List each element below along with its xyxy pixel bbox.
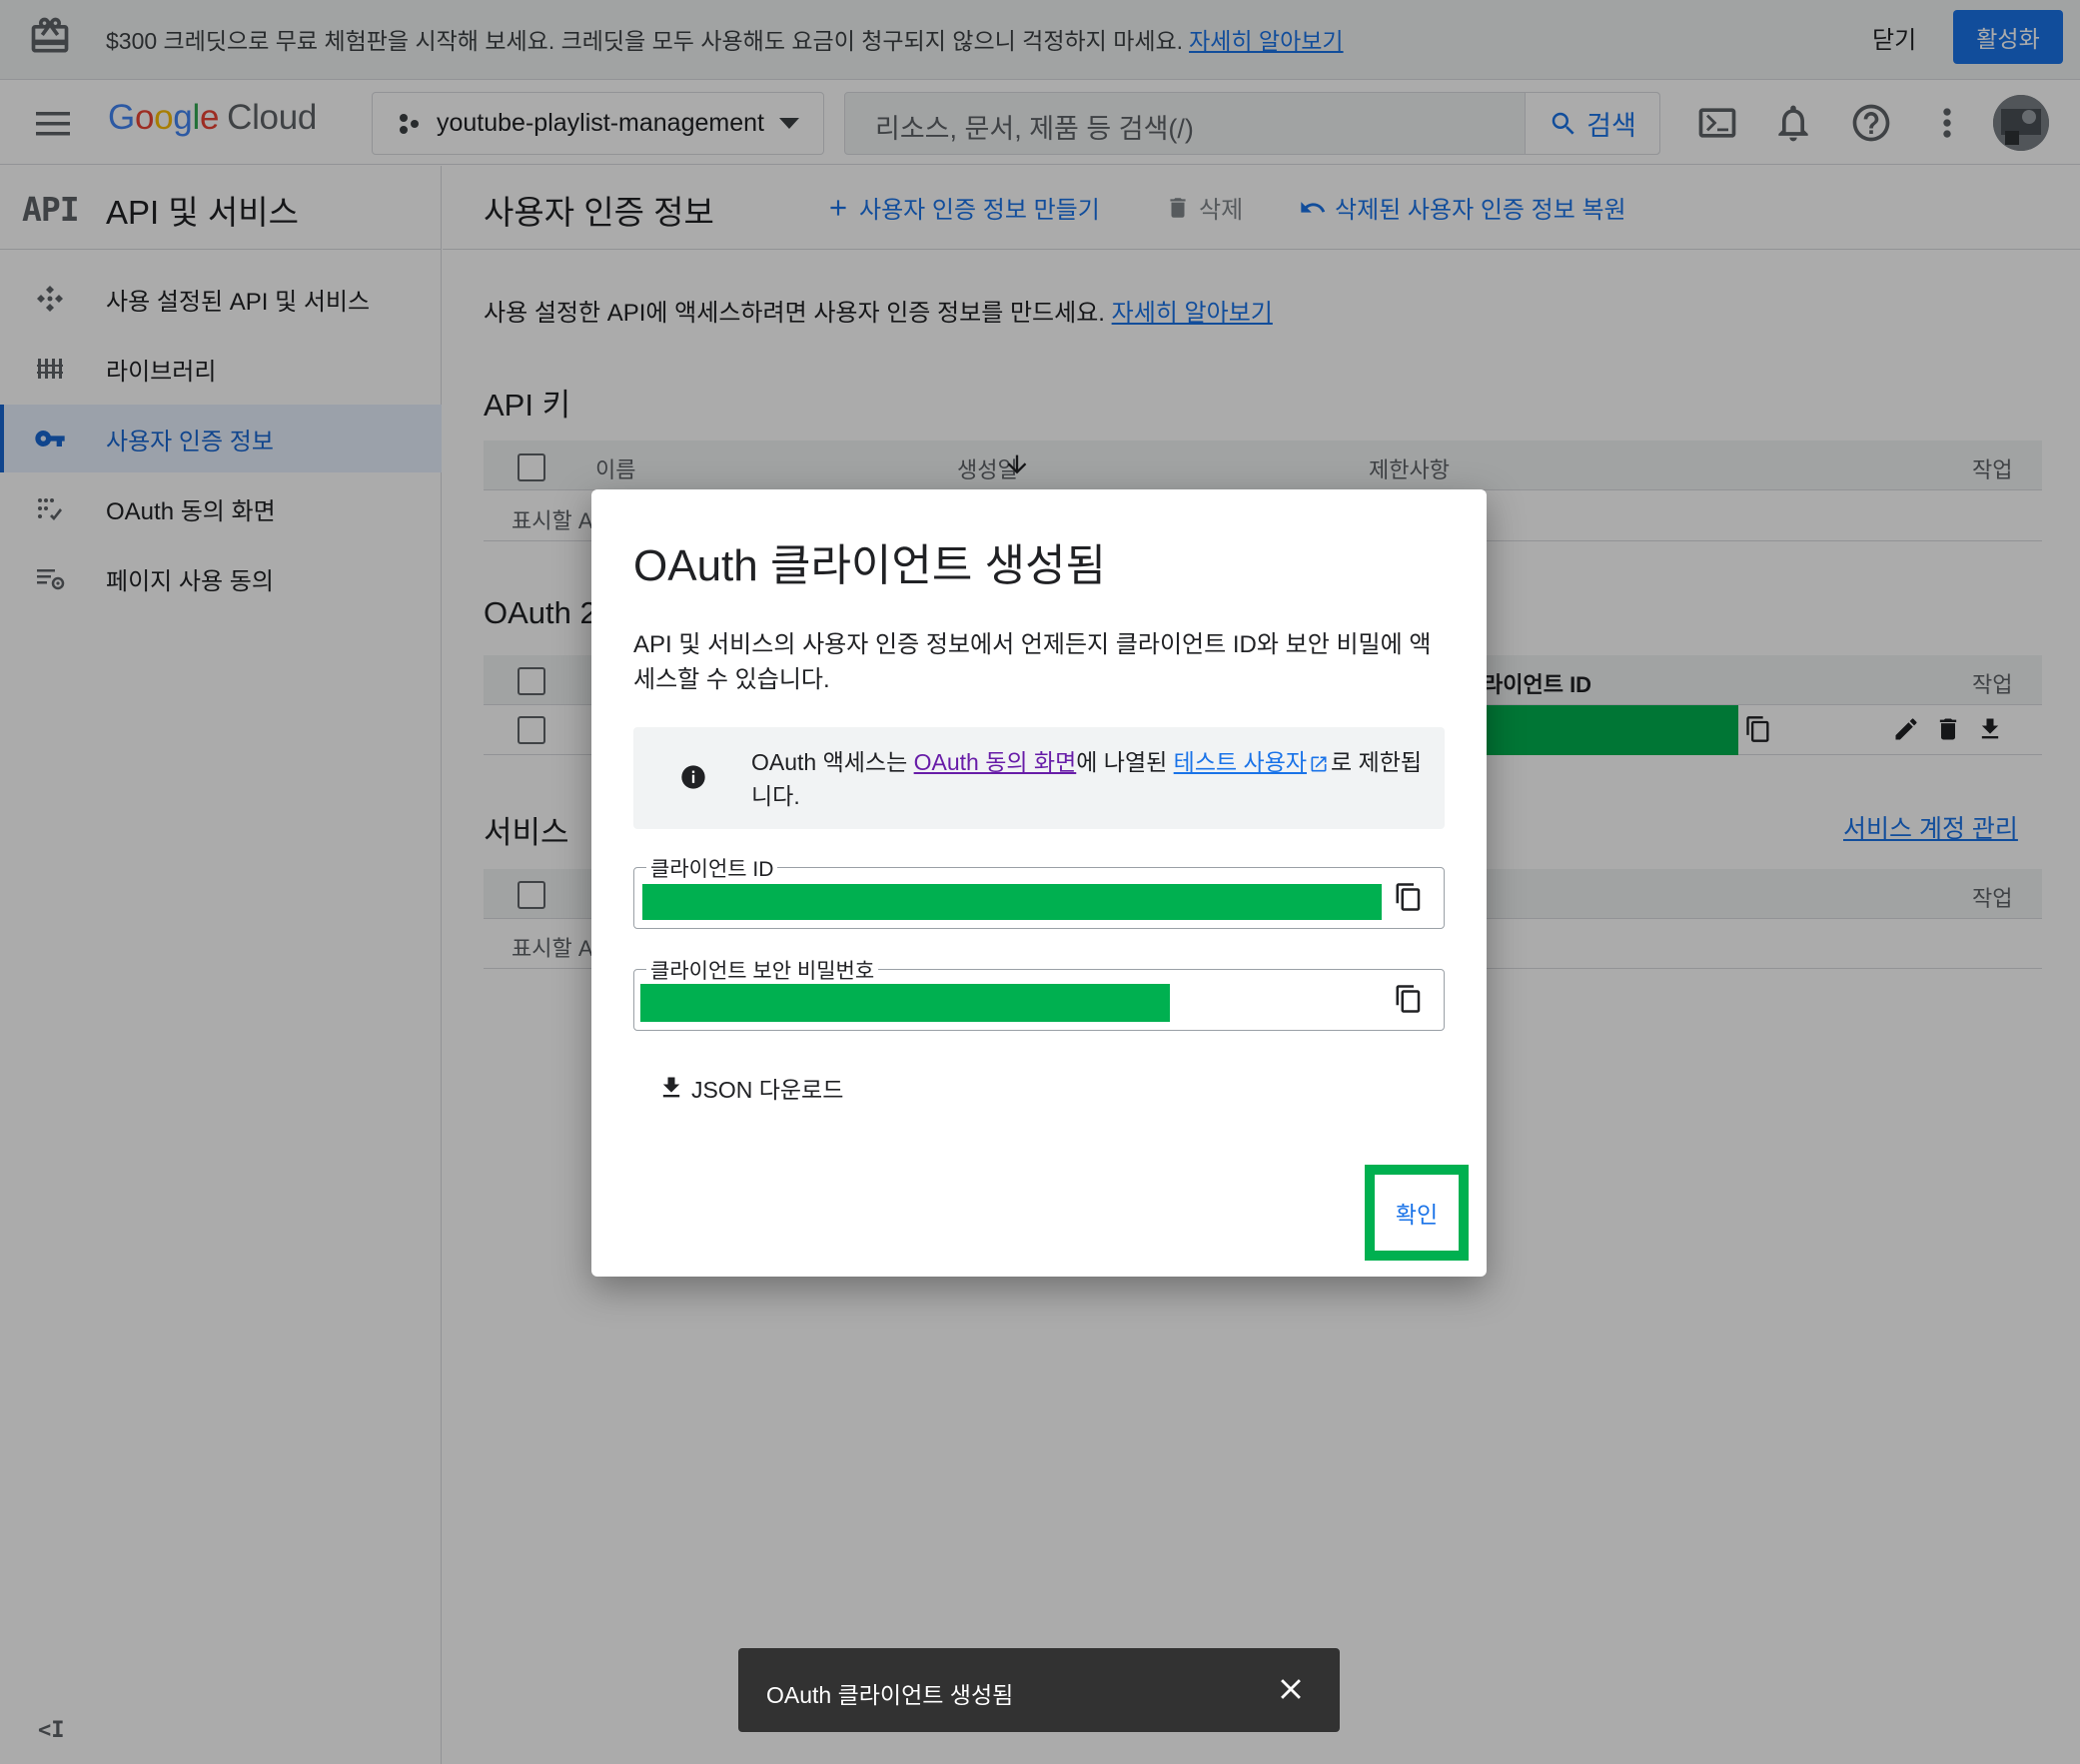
info-icon [679, 763, 707, 791]
client-secret-value-redacted[interactable] [640, 984, 1170, 1022]
oauth-client-created-dialog: OAuth 클라이언트 생성됨 API 및 서비스의 사용자 인증 정보에서 언… [591, 489, 1487, 1277]
json-download-label: JSON 다운로드 [691, 1077, 844, 1103]
info-text: OAuth 액세스는 OAuth 동의 화면에 나열된 테스트 사용자 로 제한됩… [751, 745, 1431, 813]
json-download-button[interactable]: JSON 다운로드 [657, 1071, 843, 1105]
snackbar: OAuth 클라이언트 생성됨 [738, 1648, 1340, 1732]
confirm-ok-button[interactable]: 확인 [1365, 1165, 1469, 1261]
info-callout: OAuth 액세스는 OAuth 동의 화면에 나열된 테스트 사용자 로 제한됩… [633, 727, 1445, 829]
info-prefix: OAuth 액세스는 [751, 749, 914, 775]
dialog-title: OAuth 클라이언트 생성됨 [633, 541, 1107, 590]
client-id-label: 클라이언트 ID [646, 853, 778, 883]
external-link-icon [1309, 754, 1329, 774]
test-users-link[interactable]: 테스트 사용자 [1174, 749, 1307, 775]
client-secret-field[interactable]: 클라이언트 보안 비밀번호 [633, 955, 1445, 1031]
copy-client-id-icon[interactable] [1394, 882, 1426, 914]
client-id-value-redacted[interactable] [642, 884, 1382, 920]
copy-client-secret-icon[interactable] [1394, 984, 1426, 1016]
dialog-description: API 및 서비스의 사용자 인증 정보에서 언제든지 클라이언트 ID와 보안… [633, 631, 1432, 693]
close-icon[interactable] [1274, 1672, 1308, 1706]
oauth-consent-screen-link[interactable]: OAuth 동의 화면 [914, 749, 1077, 775]
download-icon [657, 1074, 685, 1102]
info-middle: 에 나열된 [1076, 749, 1174, 775]
snackbar-message: OAuth 클라이언트 생성됨 [766, 1682, 1014, 1708]
client-id-field[interactable]: 클라이언트 ID [633, 853, 1445, 929]
client-secret-label: 클라이언트 보안 비밀번호 [646, 955, 879, 985]
